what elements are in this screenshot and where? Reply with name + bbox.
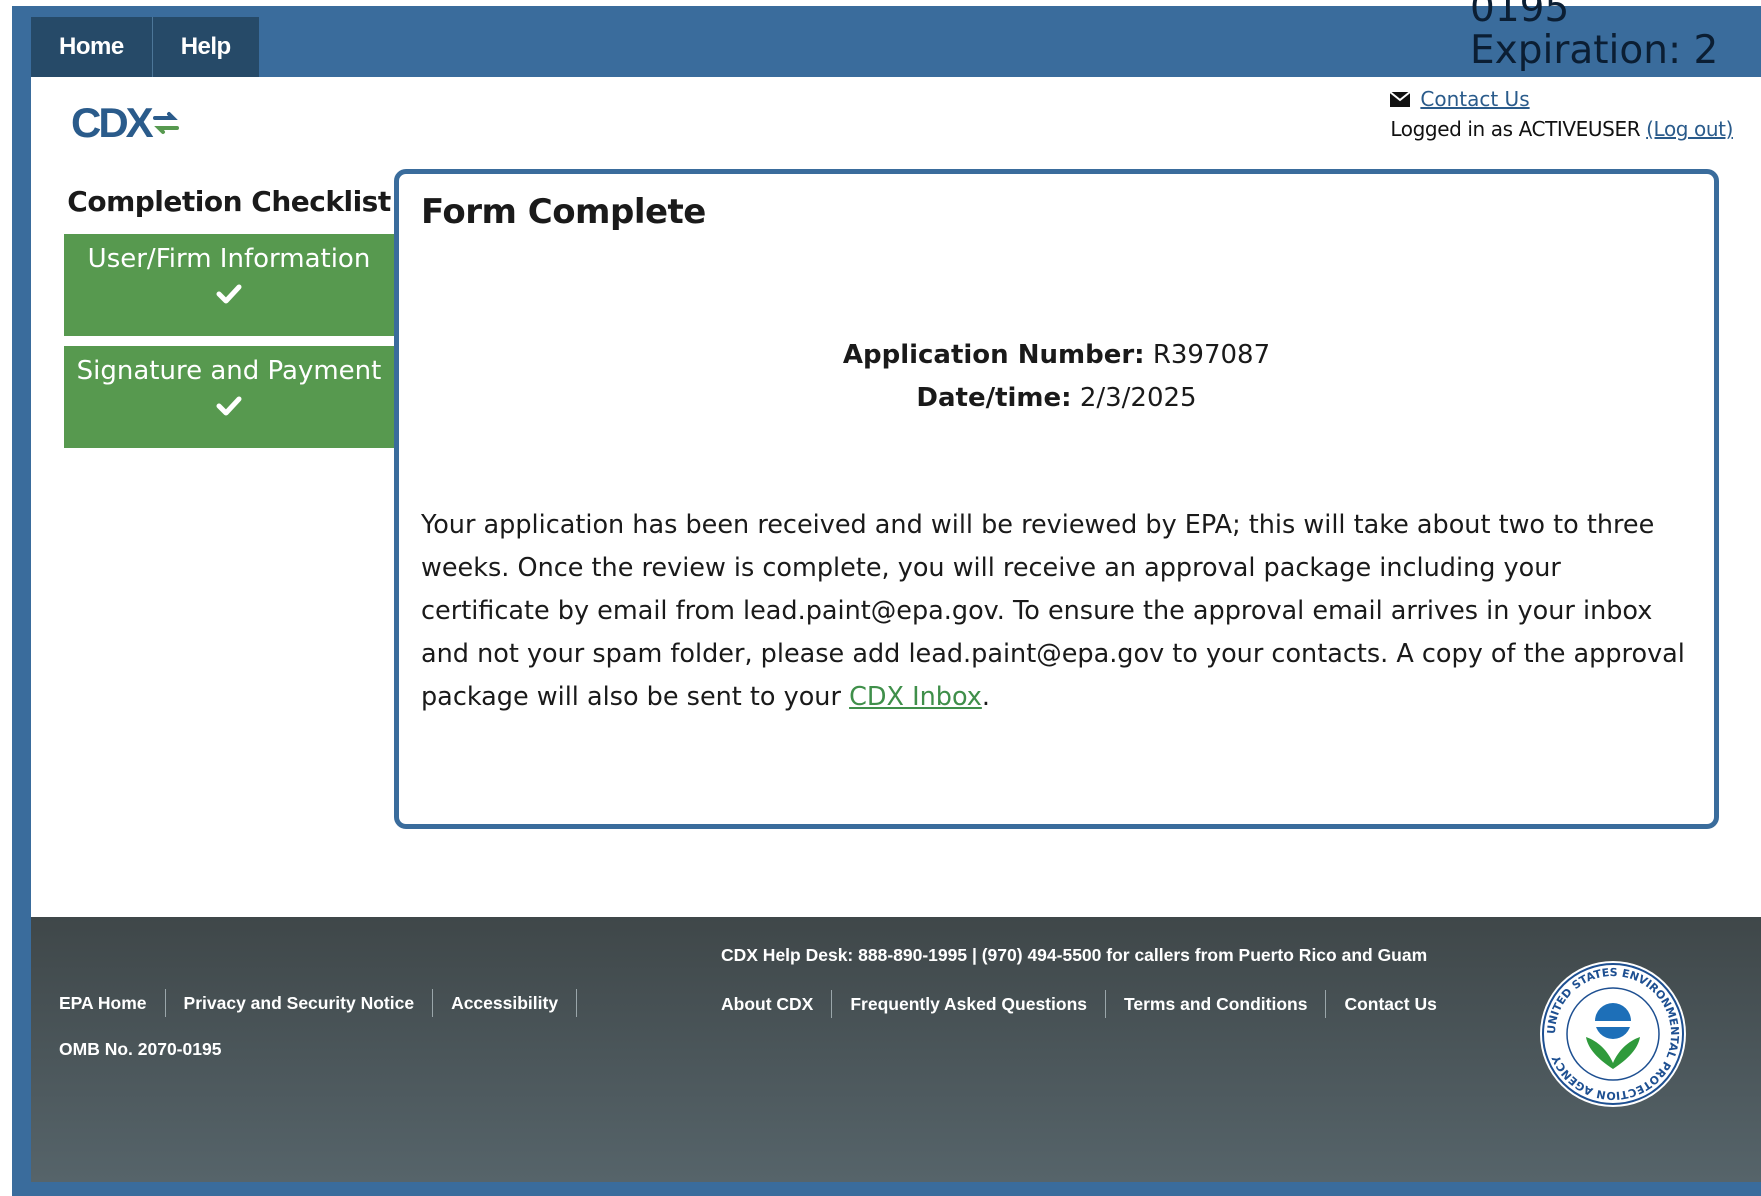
cdx-logo[interactable]: CDX bbox=[71, 99, 181, 147]
omb-overflow-line1: 0195 bbox=[1470, 0, 1570, 31]
footer-link-about-cdx[interactable]: About CDX bbox=[721, 994, 813, 1015]
nav-home[interactable]: Home bbox=[31, 17, 152, 77]
completion-checklist: Completion Checklist User/Firm Informati… bbox=[64, 177, 394, 458]
help-desk-info: CDX Help Desk: 888-890-1995 | (970) 494-… bbox=[721, 945, 1428, 965]
panel-title: Form Complete bbox=[421, 192, 706, 232]
checklist-title: Completion Checklist bbox=[67, 185, 391, 218]
form-complete-panel: Form Complete Application Number: R39708… bbox=[394, 169, 1719, 829]
epa-seal-icon[interactable]: UNITED STATES ENVIRONMENTAL PROTECTION A… bbox=[1538, 959, 1688, 1114]
envelope-icon bbox=[1390, 91, 1411, 107]
footer-divider bbox=[576, 989, 578, 1017]
step-signature-and-payment[interactable]: Signature and Payment bbox=[64, 346, 394, 448]
page-content: CDX Contact Us Logged in as ACTIVEUSER (… bbox=[31, 77, 1761, 917]
footer: EPA Home Privacy and Security Notice Acc… bbox=[31, 917, 1761, 1182]
confirmation-message: Your application has been received and w… bbox=[421, 504, 1686, 719]
checkmark-icon bbox=[70, 394, 388, 424]
step-user-firm-information[interactable]: User/Firm Information bbox=[64, 234, 394, 336]
cdx-arrows-icon bbox=[152, 112, 179, 134]
footer-divider bbox=[432, 989, 434, 1017]
footer-divider bbox=[1325, 990, 1327, 1018]
footer-divider bbox=[164, 989, 166, 1017]
footer-center: CDX Help Desk: 888-890-1995 | (970) 494-… bbox=[721, 945, 1437, 1018]
top-nav: Home Help bbox=[31, 17, 259, 77]
datetime-row: Date/time: 2/3/2025 bbox=[399, 377, 1714, 420]
logout-link[interactable]: (Log out) bbox=[1646, 117, 1733, 141]
application-info: Application Number: R397087 Date/time: 2… bbox=[399, 334, 1714, 420]
omb-overflow-line2: Expiration: 2 bbox=[1470, 28, 1719, 73]
contact-us-link[interactable]: Contact Us bbox=[1420, 87, 1529, 111]
datetime-label: Date/time: bbox=[916, 383, 1072, 413]
footer-link-contact-us[interactable]: Contact Us bbox=[1344, 994, 1436, 1015]
login-status: Logged in as ACTIVEUSER (Log out) bbox=[1390, 117, 1733, 141]
omb-number: OMB No. 2070-0195 bbox=[59, 1039, 222, 1059]
omb-expiration-overflow: 0195 Expiration: 2 bbox=[1470, 0, 1718, 72]
footer-link-faq[interactable]: Frequently Asked Questions bbox=[850, 994, 1087, 1015]
footer-link-accessibility[interactable]: Accessibility bbox=[451, 993, 558, 1014]
epa-seal-graphic: UNITED STATES ENVIRONMENTAL PROTECTION A… bbox=[1540, 961, 1686, 1107]
user-header: Contact Us Logged in as ACTIVEUSER (Log … bbox=[1390, 87, 1733, 141]
logged-in-text: Logged in as ACTIVEUSER bbox=[1390, 117, 1641, 141]
checkmark-icon bbox=[70, 282, 388, 312]
footer-link-terms[interactable]: Terms and Conditions bbox=[1124, 994, 1307, 1015]
cdx-inbox-link[interactable]: CDX Inbox bbox=[849, 682, 982, 712]
footer-divider bbox=[831, 990, 833, 1018]
footer-left: EPA Home Privacy and Security Notice Acc… bbox=[59, 989, 595, 1060]
application-number-label: Application Number: bbox=[842, 340, 1145, 370]
footer-divider bbox=[1105, 990, 1106, 1018]
cdx-logo-text: CDX bbox=[71, 99, 154, 146]
footer-center-links: About CDX Frequently Asked Questions Ter… bbox=[721, 990, 1437, 1018]
contact-line: Contact Us bbox=[1390, 87, 1733, 111]
application-number-value: R397087 bbox=[1152, 340, 1271, 370]
message-text: Your application has been received and w… bbox=[421, 510, 1685, 712]
footer-left-links: EPA Home Privacy and Security Notice Acc… bbox=[59, 989, 595, 1017]
footer-link-privacy[interactable]: Privacy and Security Notice bbox=[184, 993, 415, 1014]
nav-help[interactable]: Help bbox=[151, 17, 259, 77]
footer-link-epa-home[interactable]: EPA Home bbox=[59, 993, 147, 1014]
application-number-row: Application Number: R397087 bbox=[399, 334, 1714, 377]
datetime-value: 2/3/2025 bbox=[1079, 383, 1197, 413]
step-label: User/Firm Information bbox=[87, 244, 371, 274]
message-end: . bbox=[981, 682, 990, 712]
step-label: Signature and Payment bbox=[76, 356, 382, 386]
